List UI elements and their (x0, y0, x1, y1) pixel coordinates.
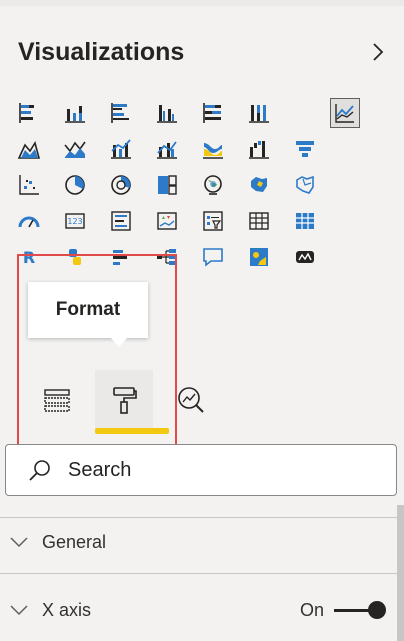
search-box[interactable] (5, 444, 397, 496)
stacked-bar-chart-icon[interactable] (14, 98, 44, 128)
stacked-column-chart-icon[interactable] (60, 98, 90, 128)
paginated-report-icon[interactable] (290, 242, 320, 272)
gauge-icon[interactable] (14, 206, 44, 236)
smart-narrative-icon[interactable] (244, 242, 274, 272)
top-strip (0, 0, 404, 6)
slicer-icon[interactable] (198, 206, 228, 236)
tooltip-text: Format (55, 299, 121, 320)
format-tooltip: Format (28, 282, 148, 347)
toggle-state-label: On (299, 599, 324, 620)
divider (0, 573, 404, 574)
matrix-icon[interactable] (290, 206, 320, 236)
line-and-stacked-column-chart-icon[interactable] (106, 134, 136, 164)
map-icon[interactable] (198, 170, 228, 200)
search-input[interactable] (66, 457, 370, 483)
qa-icon[interactable] (198, 242, 228, 272)
ribbon-chart-icon[interactable] (198, 134, 228, 164)
100-stacked-column-chart-icon[interactable] (244, 98, 274, 128)
shape-map-icon[interactable] (290, 170, 320, 200)
donut-chart-icon[interactable] (106, 170, 136, 200)
filled-map-icon[interactable] (244, 170, 274, 200)
table-icon[interactable] (244, 206, 274, 236)
clustered-column-chart-icon[interactable] (152, 98, 182, 128)
toggle-knob (368, 601, 386, 619)
analytics-magnifier-icon (178, 387, 204, 413)
scrollbar[interactable] (397, 505, 404, 641)
x-axis-toggle[interactable] (332, 600, 388, 620)
scatter-chart-icon[interactable] (14, 170, 44, 200)
line-chart-icon[interactable] (330, 98, 360, 128)
area-chart-icon[interactable] (14, 134, 44, 164)
section-x-axis[interactable]: X axis On (8, 588, 388, 632)
waterfall-chart-icon[interactable] (244, 134, 274, 164)
funnel-chart-icon[interactable] (290, 134, 320, 164)
clustered-bar-chart-icon[interactable] (106, 98, 136, 128)
svg-text:123: 123 (67, 217, 82, 226)
chevron-down-icon (10, 605, 28, 616)
search-icon (29, 460, 50, 481)
divider (0, 517, 404, 518)
stacked-area-chart-icon[interactable] (60, 134, 90, 164)
pie-chart-icon[interactable] (60, 170, 90, 200)
section-general[interactable]: General (8, 520, 388, 564)
line-and-clustered-column-chart-icon[interactable] (152, 134, 182, 164)
kpi-icon[interactable] (152, 206, 182, 236)
card-icon[interactable]: 123 (60, 206, 90, 236)
100-stacked-bar-chart-icon[interactable] (198, 98, 228, 128)
chevron-down-icon (10, 537, 28, 548)
treemap-icon[interactable] (152, 170, 182, 200)
chevron-right-icon[interactable] (368, 42, 388, 62)
pane-title: Visualizations (18, 37, 185, 66)
section-x-axis-label: X axis (42, 599, 92, 620)
multi-row-card-icon[interactable] (106, 206, 136, 236)
x-axis-toggle-group: On (300, 588, 388, 632)
pane-header: Visualizations (18, 36, 388, 68)
section-general-label: General (42, 531, 107, 552)
